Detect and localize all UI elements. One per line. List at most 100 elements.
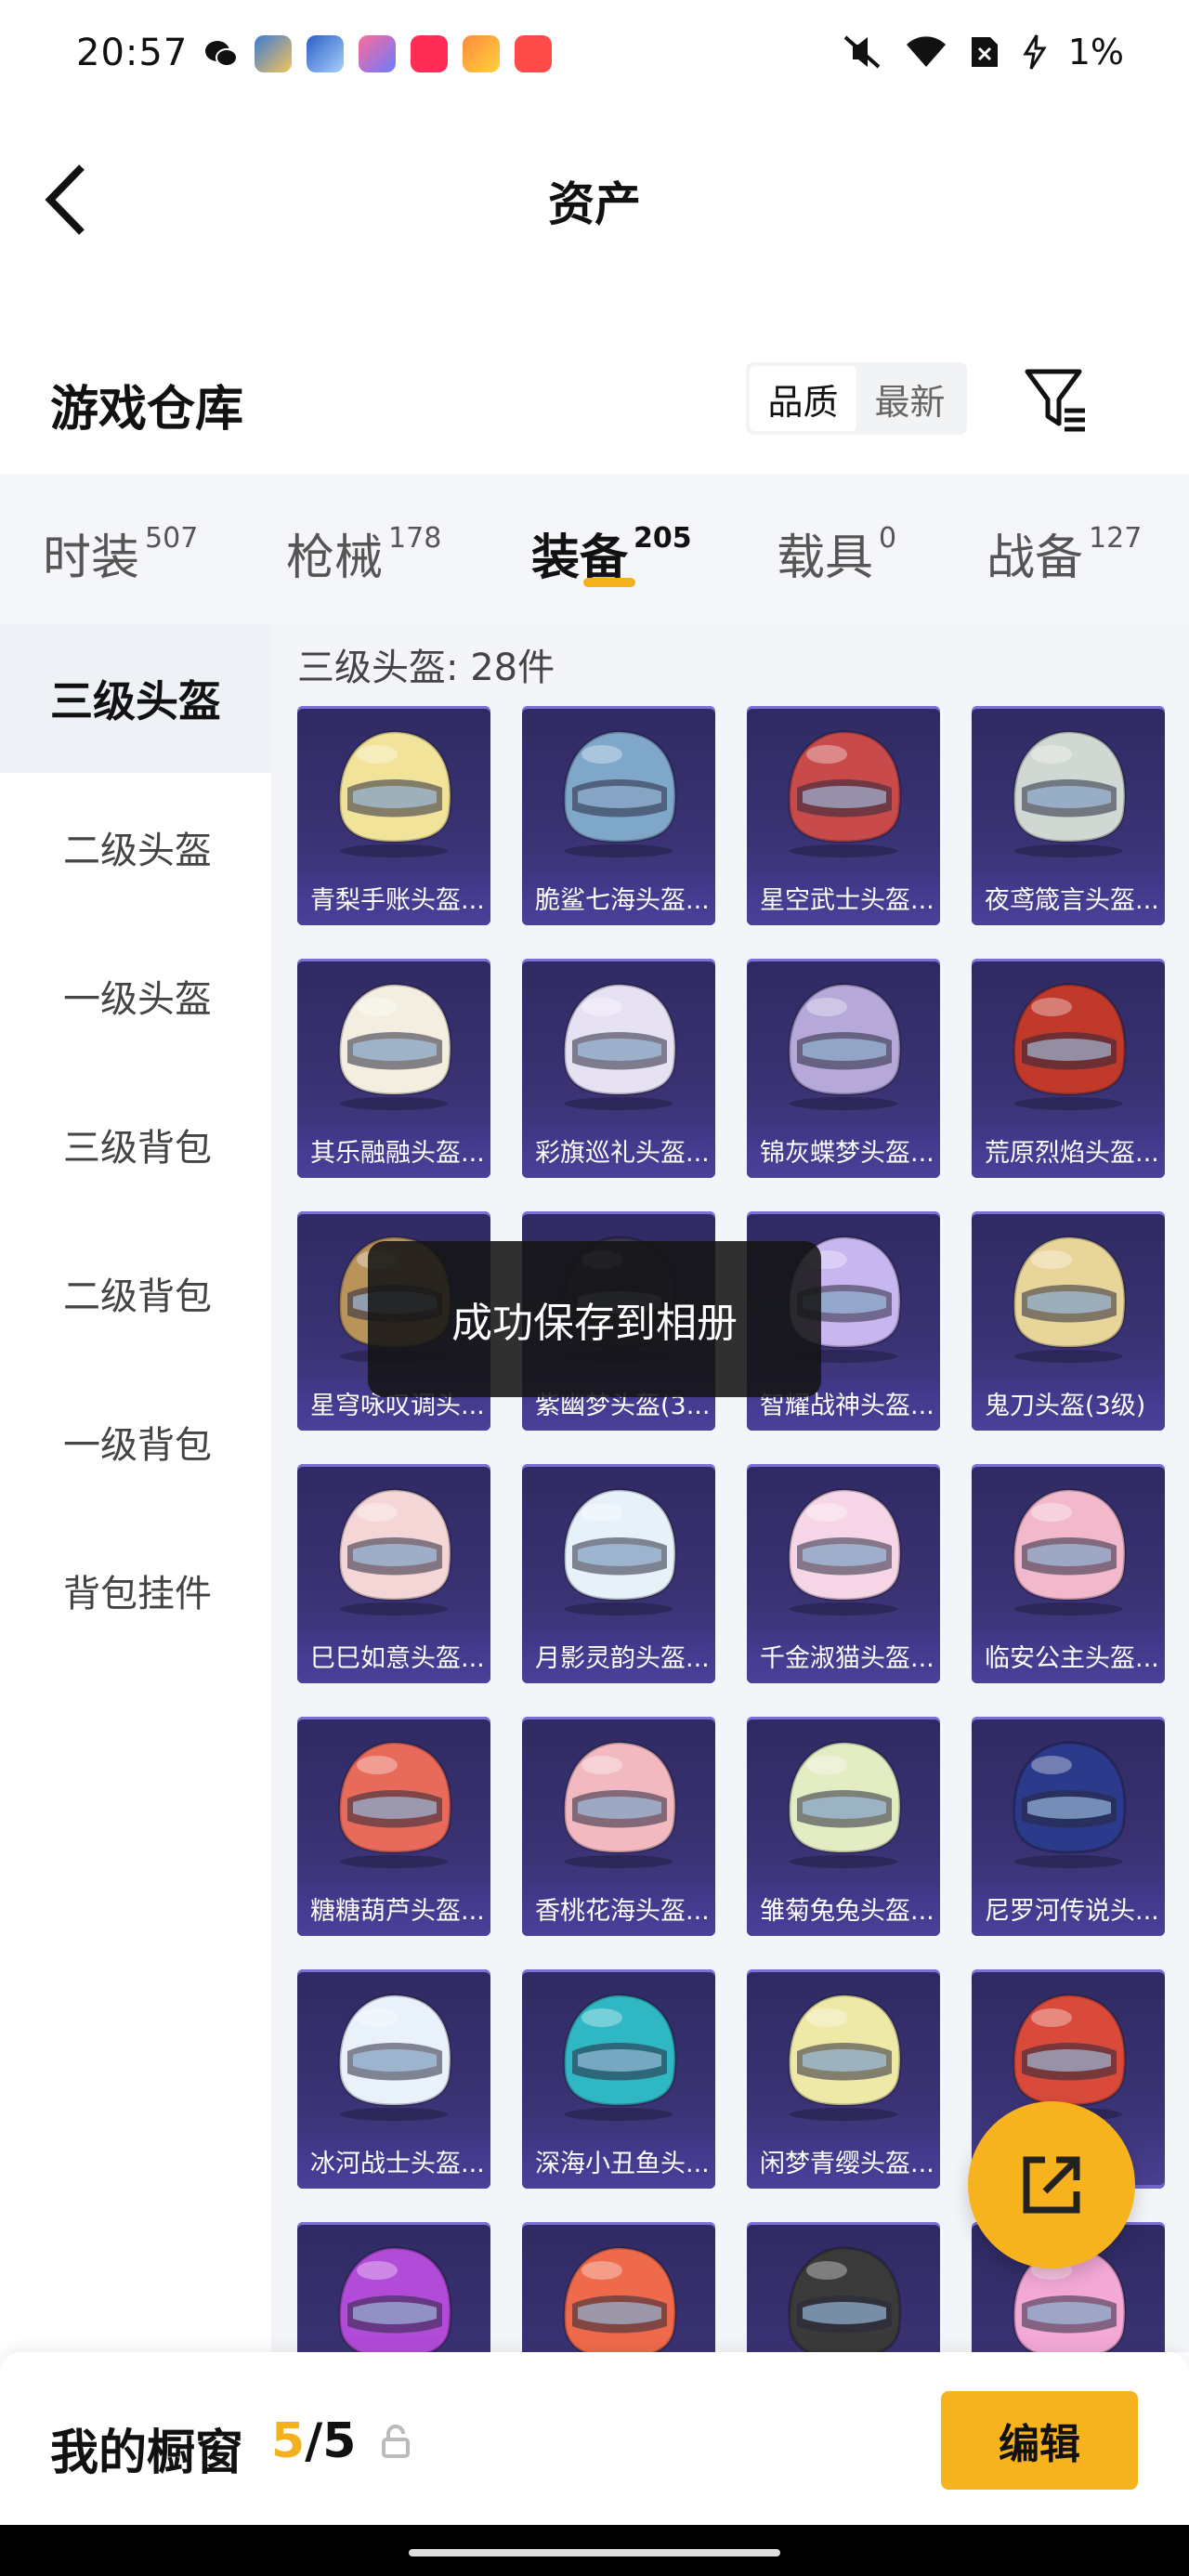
item-card[interactable]: 闲梦青缨头盔... <box>747 1969 940 2189</box>
subcategory-sidebar: 三级头盔 二级头盔 一级头盔 三级背包 二级背包 一级背包 背包挂件 <box>0 624 271 2352</box>
toast-message: 成功保存到相册 <box>368 1241 821 1397</box>
tab-count: 507 <box>145 522 199 555</box>
item-card[interactable] <box>297 2222 490 2352</box>
item-card[interactable]: 星空武士头盔... <box>747 706 940 925</box>
helmet-dream-icon <box>788 1994 902 2121</box>
item-card[interactable] <box>522 2222 715 2352</box>
item-name: 鬼刀头盔(3级) <box>972 1375 1165 1431</box>
tab-label: 时装 <box>43 530 140 586</box>
edit-button[interactable]: 编辑 <box>941 2391 1138 2490</box>
showcase-count: 5/5 <box>271 2413 356 2469</box>
item-name: 闲梦青缨头盔... <box>747 2133 940 2189</box>
item-card[interactable]: 青梨手账头盔... <box>297 706 490 925</box>
item-name: 临安公主头盔... <box>972 1628 1165 1683</box>
helmet-kite-icon <box>1013 730 1127 857</box>
helmet-flame-icon <box>1013 983 1127 1110</box>
item-card[interactable]: 糖糖葫芦头盔... <box>297 1717 490 1936</box>
item-name: 夜鸢箴言头盔... <box>972 870 1165 925</box>
helmet-rabbit-icon <box>788 1741 902 1868</box>
helmet-coral-icon <box>563 2246 677 2352</box>
filter-icon <box>1025 369 1085 432</box>
game-app-icon <box>255 35 292 72</box>
sidebar-item-level2-backpack[interactable]: 二级背包 <box>0 1219 271 1367</box>
sort-newest-button[interactable]: 最新 <box>856 366 963 431</box>
sidebar-item-level3-backpack[interactable]: 三级背包 <box>0 1070 271 1219</box>
item-card[interactable]: 月影灵韵头盔... <box>522 1464 715 1683</box>
item-card[interactable]: 雏菊兔兔头盔... <box>747 1717 940 1936</box>
tab-vehicles[interactable]: 载具 0 <box>777 518 896 588</box>
sidebar-item-level1-backpack[interactable]: 一级背包 <box>0 1367 271 1516</box>
item-card[interactable]: 深海小丑鱼头... <box>522 1969 715 2189</box>
item-card[interactable]: 荒原烈焰头盔... <box>972 959 1165 1178</box>
sidebar-item-backpack-charm[interactable]: 背包挂件 <box>0 1516 271 1665</box>
tab-label: 枪械 <box>286 530 384 586</box>
active-tab-indicator <box>583 578 635 587</box>
tab-label: 载具 <box>777 530 874 586</box>
page-title: 资产 <box>548 177 641 231</box>
helmet-butterfly-icon <box>788 983 902 1110</box>
tab-fashion[interactable]: 时装 507 <box>43 518 198 588</box>
item-name: 深海小丑鱼头... <box>522 2133 715 2189</box>
sim-off-icon <box>968 33 1001 71</box>
game-app-icon-2 <box>307 35 344 72</box>
item-name: 巳巳如意头盔... <box>297 1628 490 1683</box>
item-card[interactable]: 香桃花海头盔... <box>522 1717 715 1936</box>
helmet-moon-icon <box>563 1488 677 1615</box>
share-fab-button[interactable] <box>968 2101 1135 2269</box>
item-card[interactable]: 脆鲨七海头盔... <box>522 706 715 925</box>
sidebar-item-level2-helmet[interactable]: 二级头盔 <box>0 773 271 922</box>
item-name: 青梨手账头盔... <box>297 870 490 925</box>
tab-guns[interactable]: 枪械 178 <box>286 518 441 588</box>
showcase-total: 5 <box>322 2413 357 2469</box>
sidebar-item-level3-helmet[interactable]: 三级头盔 <box>0 624 271 773</box>
item-count-label: 三级头盔: 28件 <box>297 647 555 689</box>
status-bar: 20:57 1% <box>0 0 1189 111</box>
status-time: 20:57 <box>76 32 189 74</box>
item-card[interactable] <box>747 2222 940 2352</box>
home-indicator[interactable] <box>409 2549 780 2556</box>
item-name: 香桃花海头盔... <box>522 1880 715 1936</box>
item-card[interactable]: 尼罗河传说头... <box>972 1717 1165 1936</box>
item-name: 冰河战士头盔... <box>297 2133 490 2189</box>
helmet-white-icon <box>338 983 452 1110</box>
tab-count: 0 <box>879 522 897 555</box>
helmet-flag-icon <box>563 983 677 1110</box>
item-card[interactable]: 冰河战士头盔... <box>297 1969 490 2189</box>
item-name: 星空武士头盔... <box>747 870 940 925</box>
tab-count: 127 <box>1089 522 1143 555</box>
helmet-cat-icon <box>788 1488 902 1615</box>
item-name: 月影灵韵头盔... <box>522 1628 715 1683</box>
item-card[interactable]: 千金淑猫头盔... <box>747 1464 940 1683</box>
helmet-shark-icon <box>563 730 677 857</box>
lock-icon[interactable] <box>381 2423 411 2460</box>
tab-label: 战备 <box>986 530 1084 586</box>
system-icons: 1% <box>840 32 1124 72</box>
helmet-glacier-icon <box>338 1994 452 2121</box>
item-panel: 三级头盔: 28件 青梨手账头盔... 脆鲨七海头盔... 星空武士头盔... 夜鸢箴… <box>271 624 1189 2352</box>
star-app-icon <box>359 35 396 72</box>
item-name: 千金淑猫头盔... <box>747 1628 940 1683</box>
wechat-icon <box>203 35 240 72</box>
item-card[interactable]: 临安公主头盔... <box>972 1464 1165 1683</box>
helmet-nile-icon <box>1013 1741 1127 1868</box>
helmet-samurai-icon <box>788 730 902 857</box>
item-card[interactable]: 鬼刀头盔(3级) <box>972 1211 1165 1431</box>
helmet-neon-icon <box>338 2246 452 2352</box>
item-card[interactable]: 其乐融融头盔... <box>297 959 490 1178</box>
filter-button[interactable] <box>1022 362 1091 435</box>
sort-quality-button[interactable]: 品质 <box>750 366 856 431</box>
tab-gear[interactable]: 战备 127 <box>986 518 1142 588</box>
helmet-candy-icon <box>338 1741 452 1868</box>
sidebar-item-level1-helmet[interactable]: 一级头盔 <box>0 922 271 1070</box>
helmet-snake-icon <box>338 1488 452 1615</box>
category-tabbar: 时装 507 枪械 178 装备 205 载具 0 战备 127 <box>0 474 1189 624</box>
item-card[interactable]: 锦灰蝶梦头盔... <box>747 959 940 1178</box>
helmet-black-icon <box>788 2246 902 2352</box>
tab-count: 205 <box>634 522 692 555</box>
helmet-clownfish-icon <box>563 1994 677 2121</box>
item-card[interactable]: 巳巳如意头盔... <box>297 1464 490 1683</box>
item-card[interactable]: 夜鸢箴言头盔... <box>972 706 1165 925</box>
item-card[interactable]: 彩旗巡礼头盔... <box>522 959 715 1178</box>
showcase-current: 5 <box>271 2413 306 2469</box>
item-name: 彩旗巡礼头盔... <box>522 1122 715 1178</box>
